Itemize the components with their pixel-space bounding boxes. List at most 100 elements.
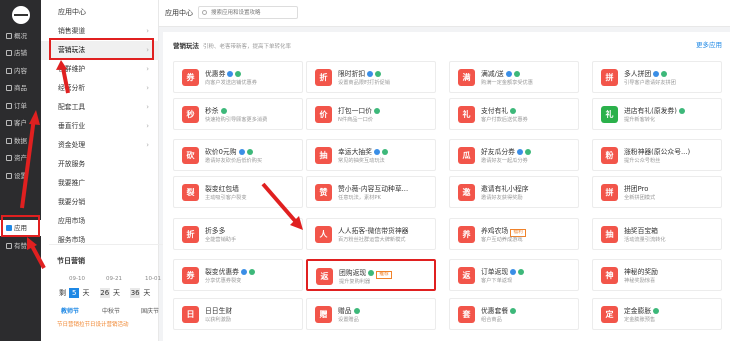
app-card[interactable]: 砍砍价0元购 邀请好友砍价后低价购买 — [173, 139, 303, 171]
app-name-row: 邀请有礼小程序 — [481, 183, 529, 193]
app-name: 团购返现 — [339, 269, 367, 277]
app-desc: 客户付款后送优惠券 — [481, 117, 528, 123]
search-input[interactable] — [198, 6, 298, 19]
app-card[interactable]: 定定金膨胀 定金膨胀预售 — [592, 298, 722, 330]
festival-national-day[interactable]: 国庆节 — [141, 306, 159, 315]
app-card[interactable]: 瓜好友瓜分券 邀请好友一起瓜分券 — [449, 139, 579, 171]
countdown: 剩 5 天 26 天 36 天 — [59, 288, 150, 298]
app-card[interactable]: 券优惠券 向客户发送店铺优惠券 — [173, 61, 303, 93]
countdown-unit: 天 — [143, 289, 151, 297]
app-card[interactable]: 券裂变优惠券 分享优惠券裂变 — [173, 259, 303, 291]
app-card[interactable]: 满满减/送 购满一定金额享受优惠 — [449, 61, 579, 93]
app-card[interactable]: 粉涨粉神器(原公众号...) 提升公众号粉丝 — [592, 139, 722, 171]
app-card[interactable]: 礼支付有礼 客户付款后送优惠券 — [449, 98, 579, 130]
app-name-row: 神秘的奖励 — [624, 266, 658, 276]
sub-nav-item-label: 配套工具 — [58, 103, 86, 111]
app-card[interactable]: 价打包一口价 N件商品一口价 — [306, 98, 436, 130]
app-card[interactable]: 秒秒杀 快速抢购引导顾客更多消费 — [173, 98, 303, 130]
nav-item[interactable]: 商品 — [0, 80, 41, 96]
app-card[interactable]: 神神秘的奖励神秘奖励惊喜 — [592, 259, 722, 291]
nav-item[interactable]: 设置 — [0, 168, 41, 184]
shop-logo[interactable] — [12, 6, 30, 24]
app-desc: 设置赠品 — [338, 317, 359, 323]
nav-icon — [6, 33, 12, 39]
verified-badge-icon — [513, 71, 520, 77]
nav-item[interactable]: 订单 — [0, 98, 41, 114]
nav-item[interactable]: 资产 — [0, 150, 41, 166]
app-desc: 活动流量引流转化 — [624, 237, 666, 243]
sub-nav-item[interactable]: 我要推广 — [41, 174, 159, 193]
nav-item[interactable]: 有赞 — [0, 238, 41, 254]
app-icon: 神 — [601, 267, 618, 284]
app-name: 满减/送 — [481, 70, 504, 78]
app-card[interactable]: 人人人拓客-微信带货神器 百万粉丝社群运营大牌新模式 — [306, 218, 436, 250]
nav-item[interactable]: 内容 — [0, 63, 41, 79]
app-name: 折多多 — [205, 227, 226, 235]
app-icon: 返 — [458, 267, 475, 284]
app-card[interactable]: 抽幸运大抽奖 常见的抽奖互动玩法 — [306, 139, 436, 171]
platform-badge-icon — [238, 149, 245, 155]
sub-nav-item[interactable]: 垂直行业 › — [41, 117, 159, 136]
more-apps-link[interactable]: 更多应用 — [696, 39, 722, 49]
app-icon: 邀 — [458, 184, 475, 201]
app-card[interactable]: 返订单返现 客户下单返现 — [449, 259, 579, 291]
sub-nav-item-label: 垂直行业 — [58, 122, 86, 130]
app-card[interactable]: 邀邀请有礼小程序邀请好友获得奖励 — [449, 176, 579, 208]
nav-item[interactable]: 店铺 — [0, 45, 41, 61]
festival-teachers-day[interactable]: 教师节 — [61, 306, 79, 315]
platform-badge-icon — [240, 269, 247, 275]
app-card[interactable]: 日日日生财 以获利激励 — [173, 298, 303, 330]
app-card[interactable]: 套优惠套餐 组合商品 — [449, 298, 579, 330]
app-icon: 拼 — [601, 69, 618, 86]
app-name-row: 赠品 — [338, 305, 360, 315]
sub-nav-item[interactable]: 经营分析 › — [41, 79, 159, 98]
app-card[interactable]: 折限时折扣 设置商品限时打折促销 — [306, 61, 436, 93]
app-name: 砍价0元购 — [205, 148, 237, 156]
sub-nav-item-label: 经营分析 — [58, 84, 86, 92]
chevron-right-icon: › — [146, 103, 149, 111]
app-card[interactable]: 抽抽奖百宝箱 活动流量引流转化 — [592, 218, 722, 250]
app-name-row: 折多多 — [205, 225, 225, 235]
sub-nav-item[interactable]: 应用市场 — [41, 212, 159, 231]
app-card[interactable]: 礼进店有礼(原发券) 提升新客转化 — [592, 98, 722, 130]
festival-mid-autumn[interactable]: 中秋节 — [102, 306, 120, 315]
nav-item[interactable]: 概况 — [0, 28, 41, 44]
app-name-row: 裂变优惠券 — [205, 266, 255, 276]
app-card[interactable]: 返团购返现 推荐 提升复购利器 — [306, 259, 436, 291]
app-card[interactable]: 赠赠品 设置赠品 — [306, 298, 436, 330]
section-title: 营销玩法 — [173, 42, 199, 50]
app-desc: 向客户发送店铺优惠券 — [205, 80, 257, 86]
sub-nav-item[interactable]: 开放服务 — [41, 155, 159, 174]
sub-nav-item[interactable]: 我要分销 — [41, 193, 159, 212]
app-card[interactable]: 赞赞小薇-内容互动种草... 任意玩法，素材PK — [306, 176, 436, 208]
app-desc: 神秘奖励惊喜 — [624, 278, 656, 284]
app-name: 赞小薇-内容互动种草... — [338, 185, 409, 193]
app-card[interactable]: 折折多多 全能营销助手 — [173, 218, 303, 250]
app-icon: 礼 — [601, 106, 618, 123]
nav-item[interactable]: 应用 — [0, 220, 41, 236]
sub-nav-item[interactable]: 营销玩法 › — [41, 41, 159, 60]
sub-nav-item[interactable]: 销售渠道 › — [41, 22, 159, 41]
sub-nav-item[interactable]: 客群维护 › — [41, 60, 159, 79]
app-icon: 赞 — [315, 184, 332, 201]
platform-badge-icon — [516, 149, 523, 155]
countdown-digit: 36 — [130, 288, 141, 298]
nav-item-label: 客户 — [14, 119, 27, 127]
app-icon: 价 — [315, 106, 332, 123]
nav-item[interactable]: 数据 — [0, 133, 41, 149]
app-desc: 邀请好友获得奖励 — [481, 195, 523, 201]
platform-badge-icon — [367, 71, 374, 77]
app-card[interactable]: 裂裂变红包墙 主动吸引客户裂变 — [173, 176, 303, 208]
app-name-row: 定金膨胀 — [624, 305, 660, 315]
app-name-row: 赞小薇-内容互动种草... — [338, 183, 408, 193]
sub-nav-item[interactable]: 配套工具 › — [41, 98, 159, 117]
app-card[interactable]: 拼多人拼团 引导客户邀请好友拼团 — [592, 61, 722, 93]
sub-nav-item-label: 服务市场 — [58, 236, 86, 244]
app-card[interactable]: 拼拼团Pro 全新拼团模式 — [592, 176, 722, 208]
verified-badge-icon — [510, 108, 517, 114]
nav-item[interactable]: 客户 — [0, 115, 41, 131]
nav-item-label: 商品 — [14, 84, 27, 92]
sub-nav-item[interactable]: 资金处理 › — [41, 136, 159, 155]
app-desc: 主动吸引客户裂变 — [205, 195, 247, 201]
app-card[interactable]: 养养鸡农场 福利 客户互动养成游戏 — [449, 218, 579, 250]
